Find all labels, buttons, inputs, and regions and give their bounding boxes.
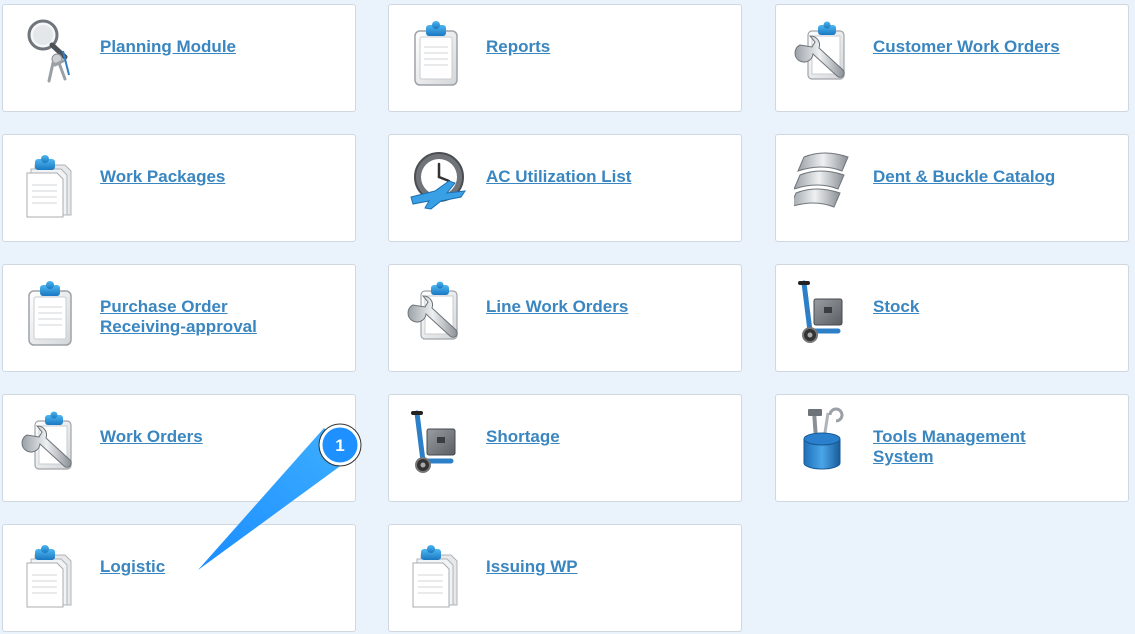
clipboard-stack-icon [412,544,458,608]
tools-management-system-link[interactable]: Tools Management System [873,427,1048,467]
tile-planning-module[interactable]: Planning Module [2,4,356,112]
tile-stock[interactable]: Stock [775,264,1129,372]
tile-logistic[interactable]: Logistic [2,524,356,632]
tile-line-work-orders[interactable]: Line Work Orders [388,264,742,372]
customer-work-orders-link[interactable]: Customer Work Orders [873,37,1113,57]
tile-ac-utilization-list[interactable]: AC Utilization List [388,134,742,242]
tile-customer-work-orders[interactable]: Customer Work Orders [775,4,1129,112]
clipboard-stack-icon [26,544,72,608]
dent-buckle-catalog-link[interactable]: Dent & Buckle Catalog [873,167,1113,187]
tool-bucket-icon [802,407,844,471]
line-work-orders-link[interactable]: Line Work Orders [486,297,726,317]
clock-airplane-icon [409,151,467,211]
hand-truck-icon [407,407,471,481]
purchase-order-receiving-approval-link[interactable]: Purchase Order Receiving-approval [100,297,280,337]
tile-work-orders[interactable]: Work Orders [2,394,356,502]
planning-module-link[interactable]: Planning Module [100,37,340,57]
tile-dent-buckle-catalog[interactable]: Dent & Buckle Catalog [775,134,1129,242]
clipboard-stack-icon [26,154,72,218]
ac-utilization-list-link[interactable]: AC Utilization List [486,167,726,187]
clipboard-wrench-icon [407,280,458,340]
logistic-link[interactable]: Logistic [100,557,340,577]
magnifier-figure-icon [21,17,85,91]
tile-tools-management-system[interactable]: Tools Management System [775,394,1129,502]
issuing-wp-link[interactable]: Issuing WP [486,557,726,577]
work-packages-link[interactable]: Work Packages [100,167,340,187]
shortage-link[interactable]: Shortage [486,427,726,447]
tile-shortage[interactable]: Shortage [388,394,742,502]
clipboard-wrench-icon [21,410,72,470]
tile-reports[interactable]: Reports [388,4,742,112]
work-orders-link[interactable]: Work Orders [100,427,340,447]
clipboard-wrench-icon [794,20,845,80]
metal-sheets-icon [794,152,849,208]
tile-purchase-order-receiving-approval[interactable]: Purchase Order Receiving-approval [2,264,356,372]
tile-issuing-wp[interactable]: Issuing WP [388,524,742,632]
stock-link[interactable]: Stock [873,297,1113,317]
hand-truck-icon [794,277,858,351]
clipboard-icon [28,280,72,346]
tile-work-packages[interactable]: Work Packages [2,134,356,242]
reports-link[interactable]: Reports [486,37,726,57]
clipboard-icon [414,20,458,86]
